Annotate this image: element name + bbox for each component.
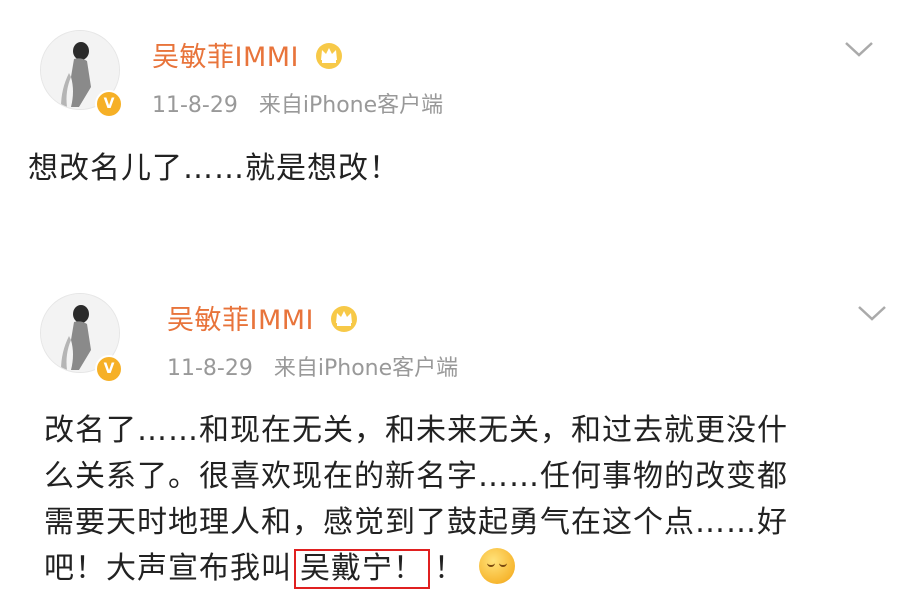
chevron-down-icon[interactable] [856, 304, 888, 322]
highlighted-new-name: 吴戴宁！ [294, 549, 430, 589]
weibo-post-1: V 吴敏菲IMMI 11-8-29 来自iPhone客户端 想改名儿了……就是想… [0, 0, 910, 240]
post-line-last: 吧！大声宣布我叫 吴戴宁！！ [44, 546, 788, 592]
username-text[interactable]: 吴敏菲IMMI [152, 42, 299, 73]
post-line-prefix: 吧！大声宣布我叫 [44, 551, 292, 586]
post-line: 想改名儿了……就是想改！ [28, 151, 400, 186]
vip-crown-icon [331, 306, 358, 332]
post-body: 想改名儿了……就是想改！ [28, 146, 400, 192]
username[interactable]: 吴敏菲IMMI [152, 35, 344, 74]
post-line-suffix: ！ [434, 551, 465, 586]
post-source[interactable]: 来自iPhone客户端 [274, 356, 458, 381]
post-line: 改名了……和现在无关，和未来无关，和过去就更没什 [44, 413, 788, 448]
verified-badge-icon: V [95, 355, 123, 383]
post-date: 11-8-29 [152, 93, 238, 118]
username[interactable]: 吴敏菲IMMI [167, 298, 359, 337]
post-line: 么关系了。很喜欢现在的新名字……任何事物的改变都 [44, 459, 788, 494]
post-line: 需要天时地理人和，感觉到了鼓起勇气在这个点……好 [44, 505, 788, 540]
username-text[interactable]: 吴敏菲IMMI [167, 305, 314, 336]
blushing-face-emoji [479, 548, 515, 584]
post-date: 11-8-29 [167, 356, 253, 381]
post-meta: 11-8-29 来自iPhone客户端 [167, 350, 458, 382]
post-meta: 11-8-29 来自iPhone客户端 [152, 87, 443, 119]
vip-crown-icon [316, 43, 343, 69]
post-body: 改名了……和现在无关，和未来无关，和过去就更没什 么关系了。很喜欢现在的新名字…… [44, 408, 788, 592]
chevron-down-icon[interactable] [843, 40, 875, 58]
weibo-post-2: V 吴敏菲IMMI 11-8-29 来自iPhone客户端 改名了……和现在无关… [0, 280, 910, 614]
post-source[interactable]: 来自iPhone客户端 [259, 93, 443, 118]
verified-badge-icon: V [95, 90, 123, 118]
